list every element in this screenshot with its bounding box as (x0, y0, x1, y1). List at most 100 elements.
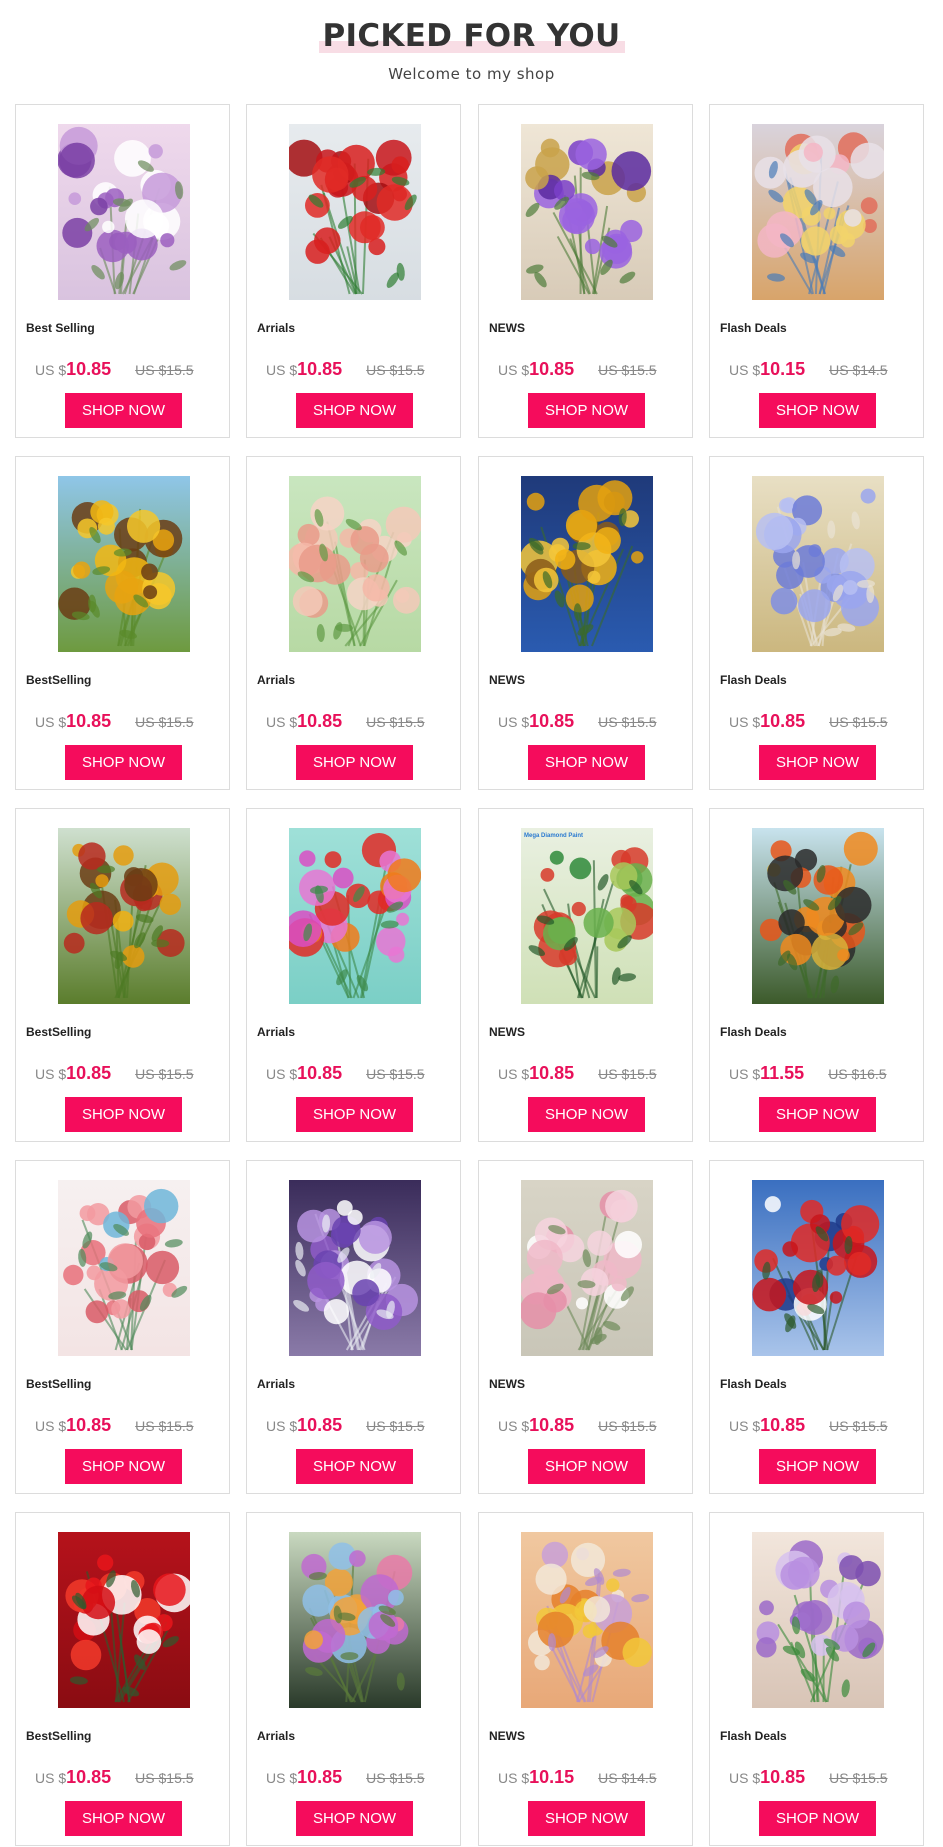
price-row: US $10.85 US $15.5 (729, 1767, 919, 1788)
product-image[interactable] (752, 828, 884, 1004)
price-currency: US $ (35, 714, 67, 730)
product-card[interactable]: NEWS US $10.85 US $15.5 SHOP NOW (478, 104, 693, 438)
product-price: 10.85 (529, 711, 575, 731)
shop-now-button[interactable]: SHOP NOW (759, 1449, 876, 1484)
product-card[interactable]: BestSelling US $10.85 US $15.5 SHOP NOW (15, 1160, 230, 1494)
product-card[interactable]: Arrials US $10.85 US $15.5 SHOP NOW (246, 104, 461, 438)
product-card[interactable]: Flash Deals US $10.85 US $15.5 SHOP NOW (709, 1160, 924, 1494)
product-card[interactable]: NEWS US $10.85 US $15.5 SHOP NOW (478, 1160, 693, 1494)
product-card[interactable]: Arrials US $10.85 US $15.5 SHOP NOW (246, 1160, 461, 1494)
shop-now-button[interactable]: SHOP NOW (759, 745, 876, 780)
product-category: NEWS (489, 1377, 525, 1391)
product-price: 10.85 (760, 711, 806, 731)
shop-now-button[interactable]: SHOP NOW (65, 393, 182, 428)
shop-now-button[interactable]: SHOP NOW (65, 1801, 182, 1836)
product-card[interactable]: Flash Deals US $10.15 US $14.5 SHOP NOW (709, 104, 924, 438)
shop-now-button[interactable]: SHOP NOW (528, 1449, 645, 1484)
product-image[interactable] (752, 1180, 884, 1356)
shop-now-button[interactable]: SHOP NOW (296, 1801, 413, 1836)
price-row: US $10.85 US $15.5 (35, 1415, 225, 1436)
product-card[interactable]: NEWS US $10.15 US $14.5 SHOP NOW (478, 1512, 693, 1846)
product-card[interactable]: BestSelling US $10.85 US $15.5 SHOP NOW (15, 1512, 230, 1846)
price-currency: US $ (266, 1770, 298, 1786)
shop-now-button[interactable]: SHOP NOW (296, 1449, 413, 1484)
price-row: US $10.15 US $14.5 (729, 359, 919, 380)
shop-now-button[interactable]: SHOP NOW (296, 745, 413, 780)
shop-now-button[interactable]: SHOP NOW (759, 393, 876, 428)
product-image[interactable] (58, 1180, 190, 1356)
product-card[interactable]: Flash Deals US $10.85 US $15.5 SHOP NOW (709, 1512, 924, 1846)
original-price: US $15.5 (598, 362, 657, 378)
product-image[interactable] (521, 124, 653, 300)
original-price: US $15.5 (366, 362, 425, 378)
product-card[interactable]: BestSelling US $10.85 US $15.5 SHOP NOW (15, 808, 230, 1142)
price-row: US $10.85 US $15.5 (498, 1063, 688, 1084)
original-price: US $15.5 (598, 714, 657, 730)
product-price: 10.15 (529, 1767, 575, 1787)
product-card[interactable]: Arrials US $10.85 US $15.5 SHOP NOW (246, 1512, 461, 1846)
product-price: 10.85 (297, 711, 343, 731)
product-card[interactable]: Flash Deals US $10.85 US $15.5 SHOP NOW (709, 456, 924, 790)
product-image[interactable] (289, 1532, 421, 1708)
price-row: US $10.85 US $15.5 (266, 359, 456, 380)
shop-now-button[interactable]: SHOP NOW (65, 745, 182, 780)
product-image[interactable] (752, 1532, 884, 1708)
product-price: 10.15 (760, 359, 806, 379)
product-card[interactable]: Arrials US $10.85 US $15.5 SHOP NOW (246, 808, 461, 1142)
shop-now-button[interactable]: SHOP NOW (528, 1801, 645, 1836)
product-price: 10.85 (66, 711, 112, 731)
product-card[interactable]: Flash Deals US $11.55 US $16.5 SHOP NOW (709, 808, 924, 1142)
page-subtitle: Welcome to my shop (388, 65, 555, 83)
product-card[interactable]: Best Selling US $10.85 US $15.5 SHOP NOW (15, 104, 230, 438)
price-row: US $10.85 US $15.5 (266, 1415, 456, 1436)
price-currency: US $ (729, 362, 761, 378)
product-price: 10.85 (297, 1415, 343, 1435)
product-category: Arrials (257, 1025, 296, 1039)
price-row: US $10.85 US $15.5 (266, 1767, 456, 1788)
product-category: NEWS (489, 1025, 525, 1039)
product-image[interactable]: Mega Diamond Paint (521, 828, 653, 1004)
original-price: US $14.5 (829, 362, 888, 378)
product-card[interactable]: NEWS US $10.85 US $15.5 SHOP NOW (478, 456, 693, 790)
product-price: 10.85 (529, 1063, 575, 1083)
price-currency: US $ (266, 1066, 298, 1082)
price-row: US $10.85 US $15.5 (729, 1415, 919, 1436)
product-image[interactable] (289, 1180, 421, 1356)
product-card[interactable]: Mega Diamond Paint NEWS US $10.85 US $15.… (478, 808, 693, 1142)
product-category: BestSelling (26, 1377, 92, 1391)
price-currency: US $ (729, 714, 761, 730)
price-currency: US $ (35, 362, 67, 378)
price-row: US $10.85 US $15.5 (35, 711, 225, 732)
shop-now-button[interactable]: SHOP NOW (65, 1449, 182, 1484)
price-currency: US $ (35, 1066, 67, 1082)
shop-now-button[interactable]: SHOP NOW (296, 1097, 413, 1132)
product-image[interactable] (521, 1180, 653, 1356)
product-price: 10.85 (297, 1767, 343, 1787)
product-card[interactable]: BestSelling US $10.85 US $15.5 SHOP NOW (15, 456, 230, 790)
product-image[interactable] (58, 1532, 190, 1708)
product-image[interactable] (58, 476, 190, 652)
product-image[interactable] (752, 124, 884, 300)
product-image[interactable] (521, 1532, 653, 1708)
product-image[interactable] (289, 476, 421, 652)
product-image[interactable] (58, 828, 190, 1004)
price-currency: US $ (498, 1066, 530, 1082)
shop-now-button[interactable]: SHOP NOW (528, 1097, 645, 1132)
shop-now-button[interactable]: SHOP NOW (528, 393, 645, 428)
product-image[interactable] (521, 476, 653, 652)
shop-now-button[interactable]: SHOP NOW (528, 745, 645, 780)
original-price: US $16.5 (828, 1066, 887, 1082)
product-price: 10.85 (760, 1415, 806, 1435)
shop-now-button[interactable]: SHOP NOW (296, 393, 413, 428)
product-category: Flash Deals (720, 673, 787, 687)
product-card[interactable]: Arrials US $10.85 US $15.5 SHOP NOW (246, 456, 461, 790)
price-currency: US $ (35, 1770, 67, 1786)
shop-now-button[interactable]: SHOP NOW (759, 1097, 876, 1132)
product-price: 10.85 (66, 1415, 112, 1435)
product-image[interactable] (289, 828, 421, 1004)
shop-now-button[interactable]: SHOP NOW (759, 1801, 876, 1836)
product-image[interactable] (58, 124, 190, 300)
product-image[interactable] (289, 124, 421, 300)
product-image[interactable] (752, 476, 884, 652)
shop-now-button[interactable]: SHOP NOW (65, 1097, 182, 1132)
